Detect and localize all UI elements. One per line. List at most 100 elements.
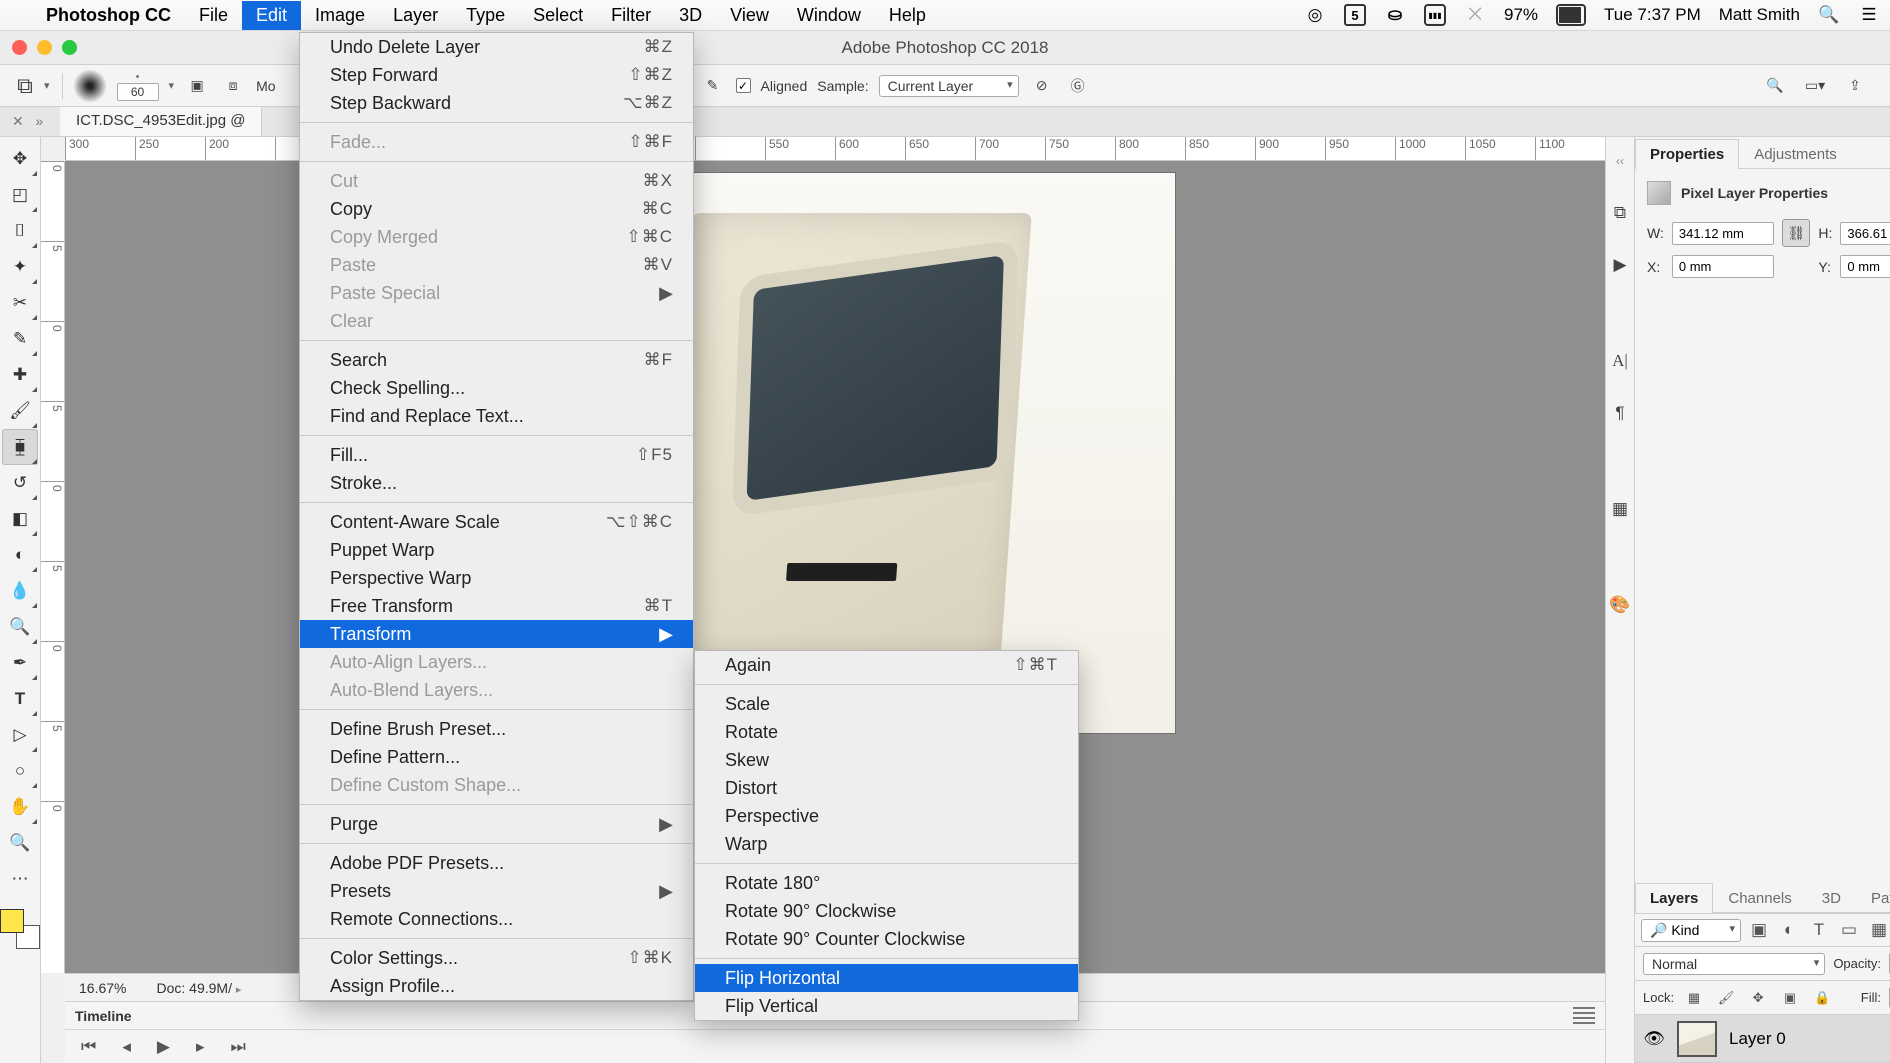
menubar-item-view[interactable]: View [716, 1, 783, 30]
window-close-button[interactable] [12, 40, 27, 55]
zoom-tool[interactable]: 🔍 [2, 825, 38, 861]
tab-channels[interactable]: Channels [1713, 883, 1806, 913]
menu-item[interactable]: Rotate [695, 718, 1078, 746]
shape-tool[interactable]: ○ [2, 753, 38, 789]
menu-item[interactable]: Step Backward⌥⌘Z [300, 89, 693, 117]
tool-preset-icon[interactable]: ⧉ [12, 73, 38, 99]
menu-item[interactable]: Adobe PDF Presets... [300, 849, 693, 877]
first-frame-icon[interactable]: ⏮ [81, 1037, 96, 1057]
menu-item[interactable]: Color Settings...⇧⌘K [300, 944, 693, 972]
history-panel-icon[interactable]: ⧉ [1606, 199, 1634, 227]
move-tool[interactable]: ✥ [2, 141, 38, 177]
menu-item[interactable]: Distort [695, 774, 1078, 802]
menu-item[interactable]: Free Transform⌘T [300, 592, 693, 620]
menu-item[interactable]: Content-Aware Scale⌥⇧⌘C [300, 508, 693, 536]
menu-item[interactable]: Presets▶ [300, 877, 693, 905]
pressure-size-icon[interactable]: Ⓖ [1065, 73, 1091, 99]
path-select-tool[interactable]: ▷ [2, 717, 38, 753]
layer-row[interactable]: 👁 Layer 0 [1635, 1015, 1890, 1063]
battery-icon[interactable] [1556, 4, 1586, 26]
menu-item[interactable]: Perspective [695, 802, 1078, 830]
timeline-title[interactable]: Timeline [75, 1008, 132, 1024]
tab-layers[interactable]: Layers [1635, 883, 1713, 913]
window-zoom-button[interactable] [62, 40, 77, 55]
menu-item[interactable]: Flip Vertical [695, 992, 1078, 1020]
menubar-item-select[interactable]: Select [519, 1, 597, 30]
tab-adjustments[interactable]: Adjustments [1739, 139, 1852, 169]
x-input[interactable] [1672, 255, 1775, 278]
dock-toggle-icon[interactable]: ‹‹ [1606, 147, 1634, 175]
filter-shape-icon[interactable]: ▭ [1837, 918, 1861, 942]
menu-item[interactable]: Undo Delete Layer⌘Z [300, 33, 693, 61]
menu-item[interactable]: Search⌘F [300, 346, 693, 374]
play-icon[interactable]: ▶ [157, 1037, 170, 1057]
menu-item[interactable]: Rotate 90° Counter Clockwise [695, 925, 1078, 953]
ignore-adjustment-icon[interactable]: ⊘ [1029, 73, 1055, 99]
marquee-tool[interactable]: ◰ [2, 177, 38, 213]
menu-item[interactable]: Skew [695, 746, 1078, 774]
share-icon[interactable]: ⇪ [1842, 73, 1868, 99]
menu-item[interactable]: Perspective Warp [300, 564, 693, 592]
menu-item[interactable]: Check Spelling... [300, 374, 693, 402]
menubar-item-filter[interactable]: Filter [597, 1, 665, 30]
character-panel-icon[interactable]: A| [1606, 347, 1634, 375]
menu-item[interactable]: Transform▶ [300, 620, 693, 648]
brush-tool[interactable]: 🖌 [2, 393, 38, 429]
cc-cloud-icon[interactable]: ◎ [1304, 4, 1326, 26]
menubar-item-edit[interactable]: Edit [242, 1, 301, 30]
eraser-tool[interactable]: ◧ [2, 501, 38, 537]
actions-panel-icon[interactable]: ▶ [1606, 251, 1634, 279]
brush-size-value[interactable]: 60 [117, 83, 159, 101]
quick-select-tool[interactable]: ✦ [2, 249, 38, 285]
menu-item[interactable]: Rotate 90° Clockwise [695, 897, 1078, 925]
window-minimize-button[interactable] [37, 40, 52, 55]
close-tab-icon[interactable]: ✕ » [12, 107, 43, 130]
sample-dropdown[interactable]: Current Layer [879, 75, 1019, 97]
tab-properties[interactable]: Properties [1635, 139, 1739, 169]
menubar-clock[interactable]: Tue 7:37 PM [1604, 5, 1701, 25]
menu-item[interactable]: Again⇧⌘T [695, 651, 1078, 679]
blur-tool[interactable]: 💧 [2, 573, 38, 609]
menu-item[interactable]: Assign Profile... [300, 972, 693, 1000]
menubar-item-help[interactable]: Help [875, 1, 940, 30]
eyedropper-tool[interactable]: ✎ [2, 321, 38, 357]
spotlight-icon[interactable]: 🔍 [1818, 4, 1840, 26]
layer-filter-dropdown[interactable]: 🔎 Kind [1641, 919, 1741, 942]
blend-mode-dropdown[interactable]: Normal [1643, 953, 1825, 975]
color-swatches[interactable] [0, 909, 40, 949]
pen-tool[interactable]: ✒ [2, 645, 38, 681]
menubar-item-image[interactable]: Image [301, 1, 379, 30]
menu-item[interactable]: Stroke... [300, 469, 693, 497]
shield-icon[interactable]: 5 [1344, 4, 1366, 26]
menu-item[interactable]: Puppet Warp [300, 536, 693, 564]
tab-paths[interactable]: Paths [1856, 883, 1890, 913]
menu-item[interactable]: Rotate 180° [695, 869, 1078, 897]
filter-smart-icon[interactable]: ▦ [1867, 918, 1890, 942]
menu-item[interactable]: Define Brush Preset... [300, 715, 693, 743]
brush-panel-icon[interactable]: ▣ [184, 73, 210, 99]
healing-tool[interactable]: ✚ [2, 357, 38, 393]
lock-image-icon[interactable]: 🖌 [1714, 986, 1738, 1010]
layer-thumbnail[interactable] [1677, 1021, 1717, 1057]
notifications-icon[interactable]: ☰ [1858, 4, 1880, 26]
search-icon[interactable]: 🔍 [1762, 73, 1788, 99]
zoom-level[interactable]: 16.67% [79, 980, 126, 996]
gradient-tool[interactable]: ◐ [2, 537, 38, 573]
menu-item[interactable]: Define Pattern... [300, 743, 693, 771]
menu-item[interactable]: Fill...⇧F5 [300, 441, 693, 469]
menubar-item-window[interactable]: Window [783, 1, 875, 30]
edit-toolbar-button[interactable]: ⋯ [2, 861, 38, 897]
y-input[interactable] [1840, 255, 1890, 278]
lock-artboard-icon[interactable]: ▣ [1778, 986, 1802, 1010]
tool-preset-chevron-icon[interactable]: ▾ [44, 79, 50, 92]
filter-type-icon[interactable]: T [1807, 918, 1831, 942]
hand-tool[interactable]: ✋ [2, 789, 38, 825]
brush-preview-icon[interactable] [73, 69, 107, 103]
lasso-tool[interactable]: ⌷ [2, 213, 38, 249]
menu-item[interactable]: Remote Connections... [300, 905, 693, 933]
foreground-color-swatch[interactable] [0, 909, 24, 933]
lock-all-icon[interactable]: 🔒 [1810, 986, 1834, 1010]
menu-item[interactable]: Purge▶ [300, 810, 693, 838]
document-tab[interactable]: ICT.DSC_4953Edit.jpg @ [60, 107, 262, 136]
menu-item[interactable]: Warp [695, 830, 1078, 858]
